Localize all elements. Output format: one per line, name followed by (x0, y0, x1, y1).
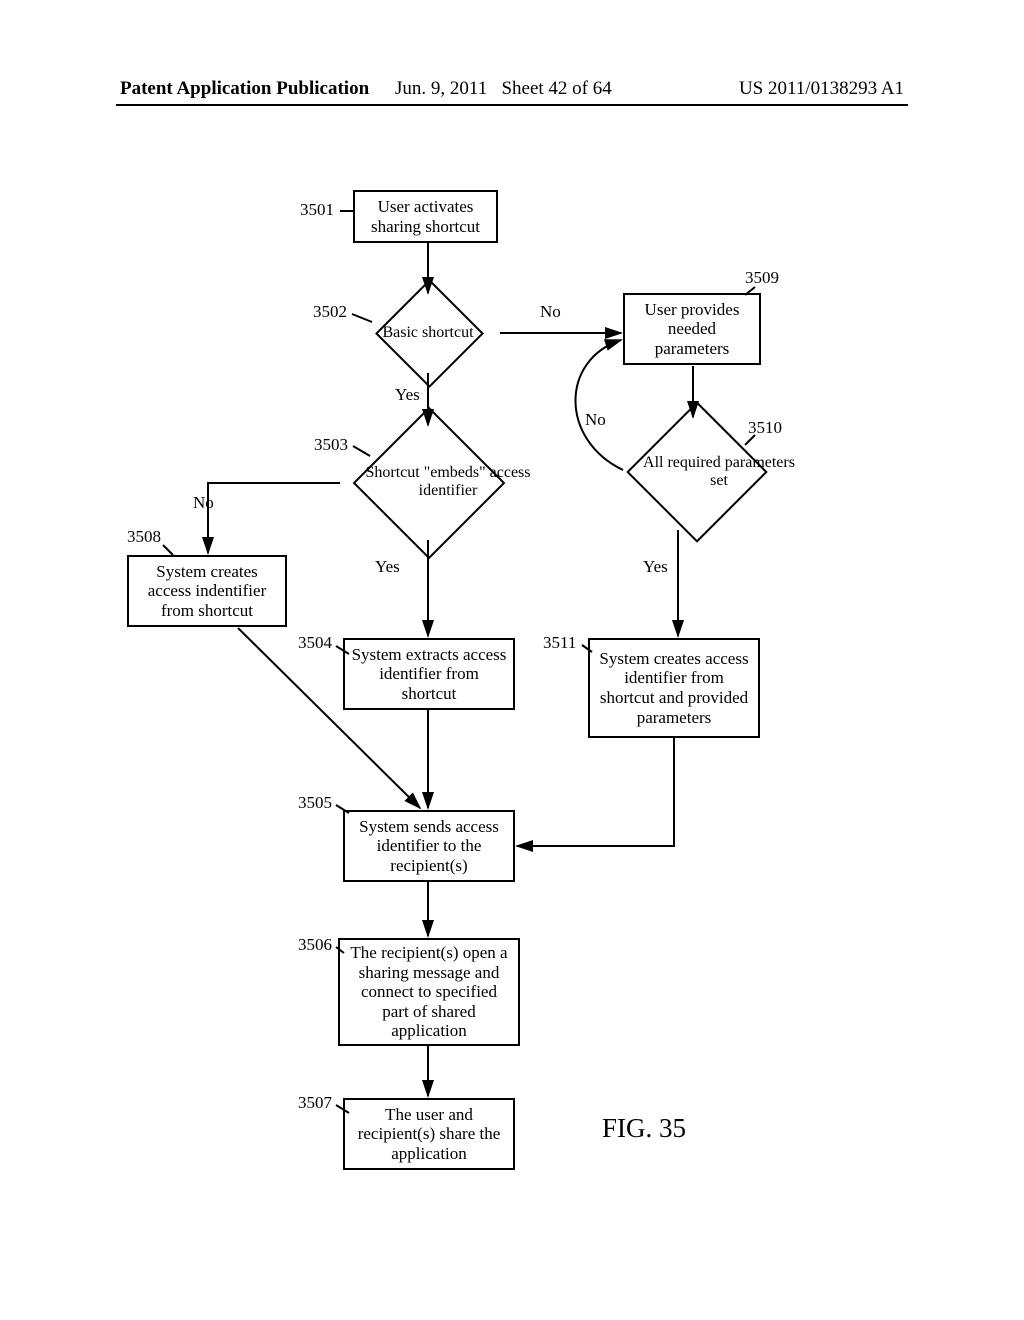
step-3505: System sends access identifier to the re… (343, 810, 515, 882)
decision-3503-text: Shortcut "embeds" access identifier (353, 464, 543, 499)
edge-no-3502: No (540, 302, 561, 322)
step-3511-text: System creates access identifier from sh… (596, 649, 752, 727)
step-3511: System creates access identifier from sh… (588, 638, 760, 738)
step-3504: System extracts access identifier from s… (343, 638, 515, 710)
decision-3502-text: Basic shortcut (382, 324, 473, 342)
ref-3505: 3505 (298, 793, 332, 813)
page-header: Patent Application Publication Jun. 9, 2… (0, 78, 1024, 108)
step-3501: User activates sharing shortcut (353, 190, 498, 243)
step-3505-text: System sends access identifier to the re… (351, 817, 507, 876)
pub-sheet: Sheet 42 of 64 (501, 78, 611, 99)
step-3501-text: User activates sharing shortcut (361, 197, 490, 236)
step-3507-text: The user and recipient(s) share the appl… (351, 1105, 507, 1164)
page: Patent Application Publication Jun. 9, 2… (0, 0, 1024, 1320)
decision-3510-text: All required parameters set (634, 454, 804, 489)
header-rule (116, 104, 908, 106)
step-3508-text: System creates access indentifier from s… (135, 562, 279, 621)
step-3509: User provides needed parameters (623, 293, 761, 365)
ref-3508: 3508 (127, 527, 161, 547)
step-3507: The user and recipient(s) share the appl… (343, 1098, 515, 1170)
edge-yes-3510: Yes (643, 557, 668, 577)
ref-3503: 3503 (314, 435, 348, 455)
ref-3504: 3504 (298, 633, 332, 653)
pub-date-sheet: Jun. 9, 2011 Sheet 42 of 64 (395, 78, 612, 100)
decision-3502: Basic shortcut (358, 298, 498, 368)
edge-no-3503: No (193, 493, 214, 513)
edge-yes-3503: Yes (375, 557, 400, 577)
step-3508: System creates access indentifier from s… (127, 555, 287, 627)
step-3504-text: System extracts access identifier from s… (351, 645, 507, 704)
ref-3501: 3501 (300, 200, 334, 220)
pub-number: US 2011/0138293 A1 (739, 78, 904, 100)
ref-3509: 3509 (745, 268, 779, 288)
ref-3507: 3507 (298, 1093, 332, 1113)
ref-3502: 3502 (313, 302, 347, 322)
pub-date: Jun. 9, 2011 (395, 78, 487, 99)
step-3506: The recipient(s) open a sharing message … (338, 938, 520, 1046)
edge-yes-3502: Yes (395, 385, 420, 405)
decision-3503: Shortcut "embeds" access identifier (335, 427, 525, 537)
ref-3511: 3511 (543, 633, 576, 653)
step-3509-text: User provides needed parameters (631, 300, 753, 359)
step-3506-text: The recipient(s) open a sharing message … (346, 943, 512, 1041)
edge-no-3510: No (585, 410, 606, 430)
ref-3510: 3510 (748, 418, 782, 438)
figure-label: FIG. 35 (602, 1113, 686, 1144)
pub-type: Patent Application Publication (120, 78, 369, 100)
ref-3506: 3506 (298, 935, 332, 955)
